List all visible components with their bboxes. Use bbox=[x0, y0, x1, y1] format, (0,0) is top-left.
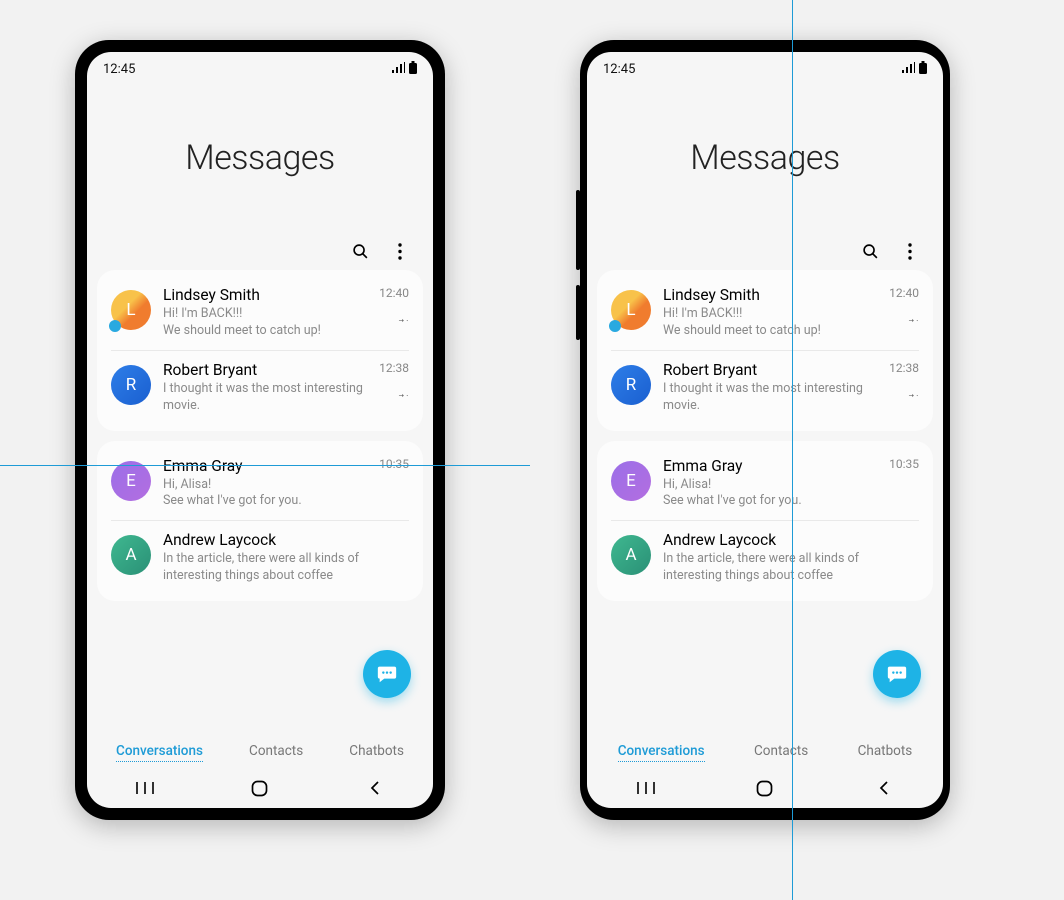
nav-bar bbox=[87, 768, 433, 808]
status-time: 12:45 bbox=[603, 62, 635, 77]
avatar: E bbox=[611, 461, 651, 501]
phone-mockup-left: 12:45 Messages L Lindsey Smith bbox=[75, 40, 445, 820]
conversation-item[interactable]: L Lindsey Smith Hi! I'm BACK!!! We shoul… bbox=[111, 276, 409, 351]
guide-line-horizontal bbox=[0, 465, 530, 466]
home-button[interactable] bbox=[246, 774, 274, 802]
contact-name: Lindsey Smith bbox=[163, 286, 371, 304]
header: Messages bbox=[87, 82, 433, 242]
screen: 12:45 Messages L Lindsey Smith bbox=[87, 52, 433, 808]
conversation-item[interactable]: E Emma Gray Hi, Alisa! See what I've got… bbox=[611, 447, 919, 522]
avatar: A bbox=[611, 535, 651, 575]
conversation-item[interactable]: E Emma Gray Hi, Alisa! See what I've got… bbox=[111, 447, 409, 522]
nav-bar bbox=[587, 768, 943, 808]
signal-icon bbox=[392, 62, 405, 77]
back-button[interactable] bbox=[361, 774, 389, 802]
message-time: 12:40 bbox=[889, 286, 919, 300]
conversation-item[interactable]: A Andrew Laycock In the article, there w… bbox=[111, 521, 409, 595]
page-title: Messages bbox=[587, 138, 943, 178]
avatar: R bbox=[111, 365, 151, 405]
status-bar: 12:45 bbox=[87, 52, 433, 82]
more-icon[interactable] bbox=[391, 242, 409, 260]
message-preview: I thought it was the most interesting mo… bbox=[663, 381, 881, 415]
status-icons bbox=[392, 61, 417, 78]
signal-icon bbox=[902, 62, 915, 77]
avatar: L bbox=[611, 290, 651, 330]
tab-contacts[interactable]: Contacts bbox=[249, 741, 303, 762]
search-icon[interactable] bbox=[351, 242, 369, 260]
message-time: 12:40 bbox=[379, 286, 409, 300]
recents-button[interactable] bbox=[131, 774, 159, 802]
search-icon[interactable] bbox=[861, 242, 879, 260]
message-preview: In the article, there were all kinds of … bbox=[663, 551, 919, 585]
contact-name: Emma Gray bbox=[663, 457, 881, 475]
more-icon[interactable] bbox=[901, 242, 919, 260]
contact-name: Andrew Laycock bbox=[163, 531, 409, 549]
message-preview: Hi, Alisa! See what I've got for you. bbox=[163, 477, 371, 511]
conversation-card: L Lindsey Smith Hi! I'm BACK!!! We shoul… bbox=[597, 270, 933, 431]
tab-chatbots[interactable]: Chatbots bbox=[858, 741, 913, 762]
conversation-item[interactable]: A Andrew Laycock In the article, there w… bbox=[611, 521, 919, 595]
tab-contacts[interactable]: Contacts bbox=[754, 741, 808, 762]
message-preview: Hi! I'm BACK!!! We should meet to catch … bbox=[163, 306, 371, 340]
home-button[interactable] bbox=[751, 774, 779, 802]
toolbar bbox=[587, 242, 943, 270]
contact-name: Andrew Laycock bbox=[663, 531, 919, 549]
recents-button[interactable] bbox=[632, 774, 660, 802]
tab-conversations[interactable]: Conversations bbox=[116, 741, 203, 762]
message-time: 12:38 bbox=[379, 361, 409, 375]
battery-icon bbox=[409, 61, 417, 78]
message-time: 10:35 bbox=[379, 457, 409, 471]
message-preview: Hi! I'm BACK!!! We should meet to catch … bbox=[663, 306, 881, 340]
tab-chatbots[interactable]: Chatbots bbox=[349, 741, 404, 762]
page-title: Messages bbox=[87, 138, 433, 178]
message-time: 12:38 bbox=[889, 361, 919, 375]
pin-icon bbox=[908, 385, 919, 404]
avatar: E bbox=[111, 461, 151, 501]
avatar: R bbox=[611, 365, 651, 405]
compose-fab[interactable] bbox=[363, 650, 411, 698]
back-button[interactable] bbox=[870, 774, 898, 802]
bottom-tabs: Conversations Contacts Chatbots bbox=[587, 731, 943, 768]
toolbar bbox=[87, 242, 433, 270]
avatar: L bbox=[111, 290, 151, 330]
bottom-tabs: Conversations Contacts Chatbots bbox=[87, 731, 433, 768]
conversation-item[interactable]: R Robert Bryant I thought it was the mos… bbox=[111, 351, 409, 425]
battery-icon bbox=[919, 61, 927, 78]
message-preview: I thought it was the most interesting mo… bbox=[163, 381, 371, 415]
tab-conversations[interactable]: Conversations bbox=[618, 741, 705, 762]
conversation-card: L Lindsey Smith Hi! I'm BACK!!! We shoul… bbox=[97, 270, 423, 431]
pin-icon bbox=[398, 385, 409, 404]
conversation-card: E Emma Gray Hi, Alisa! See what I've got… bbox=[597, 441, 933, 602]
compose-fab[interactable] bbox=[873, 650, 921, 698]
contact-name: Robert Bryant bbox=[163, 361, 371, 379]
status-bar: 12:45 bbox=[587, 52, 943, 82]
status-icons bbox=[902, 61, 927, 78]
message-time: 10:35 bbox=[889, 457, 919, 471]
status-time: 12:45 bbox=[103, 62, 135, 77]
pin-icon bbox=[908, 310, 919, 329]
conversation-item[interactable]: L Lindsey Smith Hi! I'm BACK!!! We shoul… bbox=[611, 276, 919, 351]
pin-icon bbox=[398, 310, 409, 329]
avatar: A bbox=[111, 535, 151, 575]
screen: 12:45 Messages L Lindsey Smith bbox=[587, 52, 943, 808]
conversation-item[interactable]: R Robert Bryant I thought it was the mos… bbox=[611, 351, 919, 425]
contact-name: Lindsey Smith bbox=[663, 286, 881, 304]
contact-name: Robert Bryant bbox=[663, 361, 881, 379]
message-preview: Hi, Alisa! See what I've got for you. bbox=[663, 477, 881, 511]
phone-mockup-right: 12:45 Messages L Lindsey Smith bbox=[580, 40, 950, 820]
header: Messages bbox=[587, 82, 943, 242]
guide-line-vertical bbox=[792, 0, 793, 900]
message-preview: In the article, there were all kinds of … bbox=[163, 551, 409, 585]
